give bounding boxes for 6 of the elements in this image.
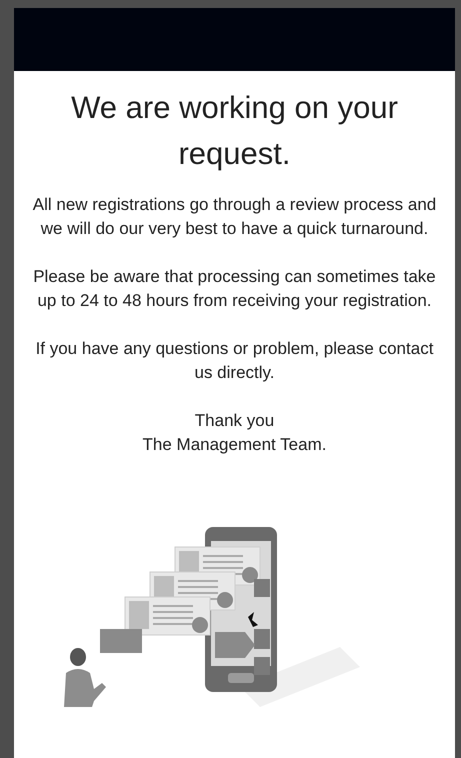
message-paragraph: All new registrations go through a review process and we will do our very best to have a quick turnaround. [32,194,437,240]
message-paragraph: Please be aware that processing can sometimes take up to 24 to 48 hours from receiving your registration. [32,266,437,312]
page-title: We are working on your request. [70,89,399,173]
signoff-line: Thank you [194,410,274,432]
message-paragraph: If you have any questions or problem, please contact us directly. [34,338,434,384]
signoff-line: The Management Team. [142,434,326,456]
